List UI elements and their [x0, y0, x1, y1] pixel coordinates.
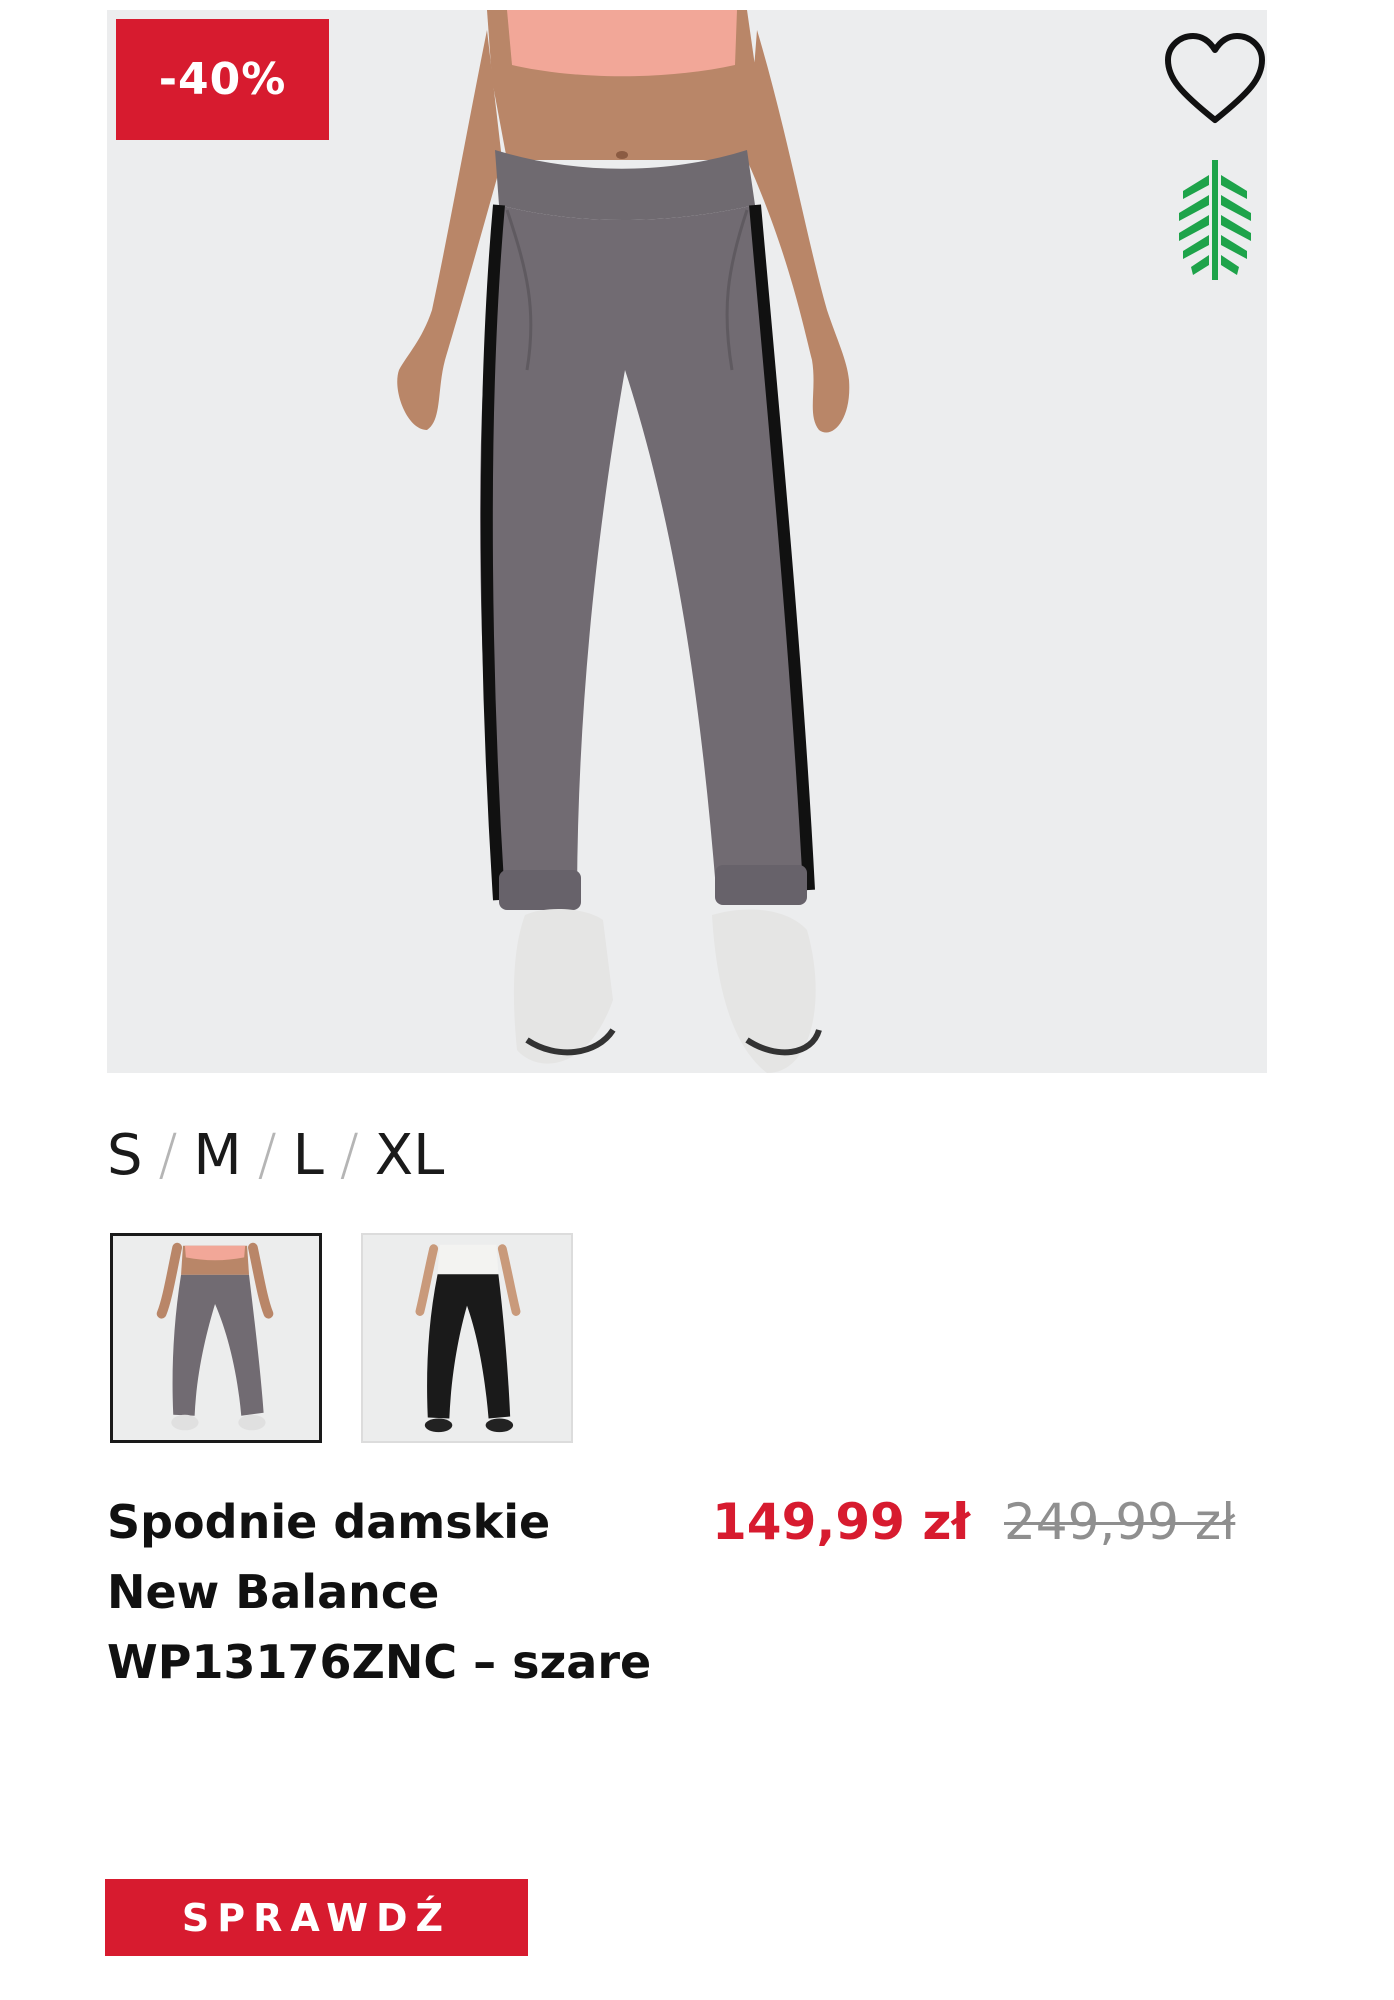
product-image[interactable] [107, 10, 1267, 1073]
discount-badge: -40% [116, 19, 329, 140]
thumbnail-image-grey-pants [113, 1236, 319, 1440]
size-option-s[interactable]: S [107, 1123, 143, 1188]
wishlist-button[interactable] [1160, 30, 1270, 130]
leaf-icon [1179, 160, 1251, 280]
size-option-m[interactable]: M [193, 1123, 241, 1188]
thumbnail-grey-pants[interactable] [110, 1233, 322, 1443]
price-current: 149,99 zł [712, 1493, 971, 1551]
size-list: S / M / L / XL [107, 1120, 444, 1190]
product-title[interactable]: Spodnie damskie New Balance WP13176ZNC –… [107, 1487, 707, 1697]
thumbnail-image-black-pants [363, 1235, 571, 1441]
check-button[interactable]: SPRAWDŹ [105, 1879, 528, 1956]
heart-outline-icon [1165, 33, 1265, 123]
eco-badge [1175, 155, 1255, 285]
size-option-l[interactable]: L [293, 1123, 324, 1188]
price-old: 249,99 zł [1004, 1493, 1236, 1551]
size-separator: / [339, 1122, 359, 1188]
size-option-xl[interactable]: XL [375, 1123, 445, 1188]
product-photo-pants [107, 10, 1267, 1073]
size-separator: / [257, 1122, 277, 1188]
thumbnail-black-pants[interactable] [361, 1233, 573, 1443]
size-separator: / [158, 1122, 178, 1188]
